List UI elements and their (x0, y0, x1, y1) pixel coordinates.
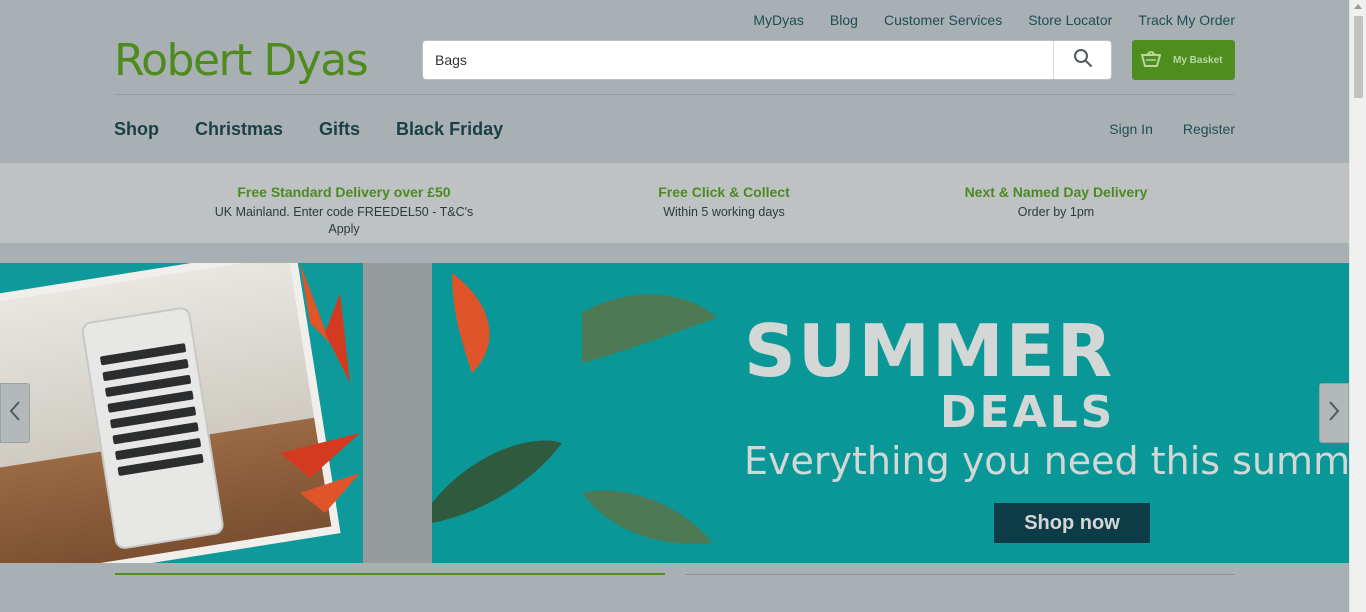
usp-free-delivery[interactable]: Free Standard Delivery over £50 UK Mainl… (198, 184, 490, 238)
main-nav: Shop Christmas Gifts Black Friday (114, 118, 539, 140)
carousel-prev-button[interactable] (0, 383, 30, 443)
tropical-flower-decoration (280, 263, 360, 513)
top-links: MyDyas Blog Customer Services Store Loca… (727, 11, 1235, 29)
nav-black-friday[interactable]: Black Friday (396, 118, 503, 140)
carousel-next-button[interactable] (1319, 383, 1349, 443)
chevron-left-icon (9, 400, 21, 427)
shop-now-button[interactable]: Shop now (994, 503, 1150, 543)
carousel-indicator[interactable] (685, 574, 1235, 575)
usp-next-day[interactable]: Next & Named Day Delivery Order by 1pm (940, 184, 1172, 221)
usp-strip: Free Standard Delivery over £50 UK Mainl… (0, 163, 1349, 243)
search-bar (422, 40, 1112, 80)
top-link-blog[interactable]: Blog (830, 11, 858, 29)
search-button[interactable] (1053, 41, 1111, 79)
page-scrollbar[interactable] (1349, 0, 1366, 612)
usp-subtitle: UK Mainland. Enter code FREEDEL50 - T&C'… (214, 205, 474, 236)
usp-title: Free Click & Collect (658, 184, 790, 200)
top-link-customer-services[interactable]: Customer Services (884, 11, 1002, 29)
header-divider (114, 94, 1235, 95)
nav-shop[interactable]: Shop (114, 118, 159, 140)
usp-subtitle: Within 5 working days (663, 205, 785, 219)
site-header: MyDyas Blog Customer Services Store Loca… (0, 0, 1349, 163)
scroll-up-icon[interactable] (1354, 4, 1362, 9)
banner-headline: SUMMER (744, 309, 1115, 393)
basket-icon (1141, 51, 1161, 69)
nav-gifts[interactable]: Gifts (319, 118, 360, 140)
usp-title: Free Standard Delivery over £50 (237, 184, 451, 200)
chevron-right-icon (1328, 400, 1340, 427)
sign-in-link[interactable]: Sign In (1109, 120, 1153, 138)
top-link-store-locator[interactable]: Store Locator (1028, 11, 1112, 29)
hero-carousel[interactable]: SUMMER DEALS Everything you need this su… (0, 263, 1349, 563)
site-logo[interactable]: Robert Dyas (114, 34, 369, 88)
basket-button[interactable]: My Basket (1132, 40, 1235, 80)
carousel-indicator-active[interactable] (115, 573, 665, 575)
product-photo (0, 263, 363, 563)
usp-subtitle: Order by 1pm (1017, 205, 1095, 219)
account-links: Sign In Register (1079, 120, 1235, 138)
top-link-mydyas[interactable]: MyDyas (753, 11, 804, 29)
basket-label: My Basket (1173, 54, 1223, 66)
banner-tagline: Everything you need this summ (744, 439, 1349, 483)
usp-title: Next & Named Day Delivery (964, 184, 1148, 200)
register-link[interactable]: Register (1183, 120, 1235, 138)
search-input[interactable] (423, 41, 1053, 79)
nav-christmas[interactable]: Christmas (195, 118, 283, 140)
usp-click-collect[interactable]: Free Click & Collect Within 5 working da… (634, 184, 814, 221)
scrollbar-thumb[interactable] (1354, 16, 1363, 98)
banner-subheadline: DEALS (940, 387, 1116, 438)
top-link-track-order[interactable]: Track My Order (1138, 11, 1235, 29)
search-icon (1073, 48, 1093, 73)
leaf-decoration (432, 273, 717, 544)
